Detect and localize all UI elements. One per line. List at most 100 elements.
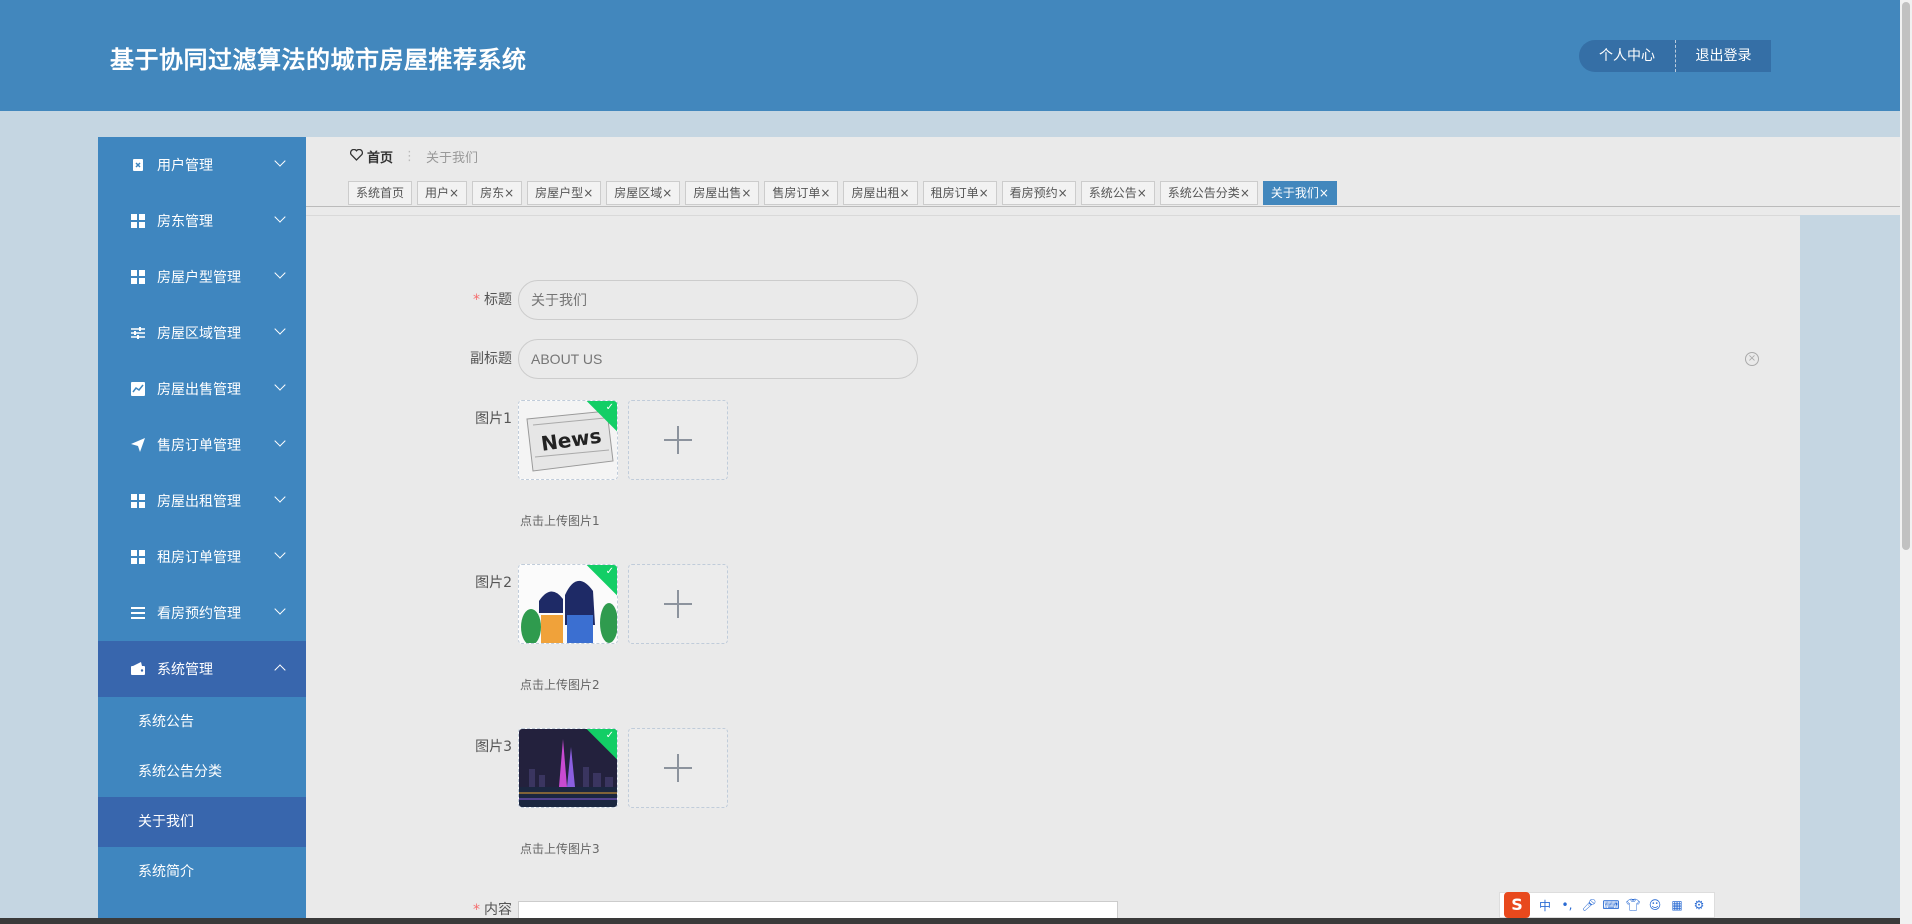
sidebar-item-system-management[interactable]: 系统管理 xyxy=(98,641,306,697)
tab-sale-order[interactable]: 售房订单× xyxy=(764,181,839,205)
main-panel: 首页 ⋮ 关于我们 系统首页 用户× 房东× 房屋户型× 房屋区域× 房屋出售×… xyxy=(306,137,1900,924)
image1-upload-tip: 点击上传图片1 xyxy=(520,514,600,528)
close-icon[interactable]: × xyxy=(1137,186,1147,200)
sidebar-item-sale-order-management[interactable]: 售房订单管理 xyxy=(98,417,306,473)
ime-logo[interactable]: S xyxy=(1504,892,1530,918)
chevron-down-icon xyxy=(274,211,286,223)
sidebar-item-label: 租房订单管理 xyxy=(157,550,241,566)
breadcrumb: 首页 ⋮ 关于我们 xyxy=(349,147,479,166)
image1-label: 图片1 xyxy=(475,411,512,427)
close-icon[interactable]: × xyxy=(504,186,514,200)
sidebar-item-label: 房屋户型管理 xyxy=(157,270,241,286)
subtitle-input[interactable] xyxy=(518,339,918,379)
sidebar-item-label: 房屋区域管理 xyxy=(157,326,241,342)
tab-system-notice[interactable]: 系统公告× xyxy=(1080,181,1155,205)
tab-landlord[interactable]: 房东× xyxy=(472,181,523,205)
image3-thumbnail[interactable]: ✓ xyxy=(518,728,618,808)
keyboard-icon[interactable]: ⌨ xyxy=(1600,898,1622,912)
close-icon[interactable]: × xyxy=(662,186,672,200)
tab-divider xyxy=(306,206,1900,207)
sidebar-item-label: 房屋出售管理 xyxy=(157,382,241,398)
apps-icon[interactable]: ▦ xyxy=(1666,898,1688,912)
send-icon xyxy=(131,438,145,452)
chevron-down-icon xyxy=(274,547,286,559)
sidebar-item-house-rent-management[interactable]: 房屋出租管理 xyxy=(98,473,306,529)
sliders-icon xyxy=(131,326,145,340)
skin-icon[interactable]: 👕︎ xyxy=(1622,898,1644,912)
settings-icon[interactable]: ⚙ xyxy=(1688,898,1710,912)
chevron-down-icon xyxy=(274,267,286,279)
grid-icon xyxy=(131,550,145,564)
sidebar-item-viewing-appointment-management[interactable]: 看房预约管理 xyxy=(98,585,306,641)
sidebar-item-user-management[interactable]: 用户管理 xyxy=(98,137,306,193)
image1-thumbnail[interactable]: News ✓ xyxy=(518,400,618,480)
close-icon[interactable]: × xyxy=(979,186,989,200)
sidebar-item-label: 系统管理 xyxy=(157,662,213,678)
form-area: *标题 副标题 × 图片1 News ✓ 点击上传图片1 图片2 xyxy=(306,215,1800,924)
sidebar-item-label: 用户管理 xyxy=(157,158,213,174)
header-actions: 个人中心 退出登录 xyxy=(1579,40,1771,72)
tab-house-rent[interactable]: 房屋出租× xyxy=(843,181,918,205)
chevron-down-icon xyxy=(274,491,286,503)
clipboard-icon xyxy=(131,158,145,172)
sidebar-item-label: 售房订单管理 xyxy=(157,438,241,454)
list-icon xyxy=(131,606,145,620)
logout-button[interactable]: 退出登录 xyxy=(1675,40,1771,72)
personal-center-button[interactable]: 个人中心 xyxy=(1579,40,1675,72)
top-header: 基于协同过滤算法的城市房屋推荐系统 个人中心 退出登录 xyxy=(0,0,1900,111)
close-icon[interactable]: × xyxy=(820,186,830,200)
check-icon: ✓ xyxy=(605,730,614,741)
punctuation-icon[interactable]: •, xyxy=(1556,898,1578,912)
clear-icon[interactable]: × xyxy=(1745,352,1759,366)
sidebar-item-rent-order-management[interactable]: 租房订单管理 xyxy=(98,529,306,585)
sidebar-subitem-system-notice[interactable]: 系统公告 xyxy=(98,697,306,747)
image1-upload-button[interactable] xyxy=(628,400,728,480)
breadcrumb-home[interactable]: 首页 xyxy=(367,147,393,166)
tab-house-sale[interactable]: 房屋出售× xyxy=(685,181,760,205)
sidebar-item-house-area-management[interactable]: 房屋区域管理 xyxy=(98,305,306,361)
system-title: 基于协同过滤算法的城市房屋推荐系统 xyxy=(110,46,527,74)
chevron-down-icon xyxy=(274,435,286,447)
sidebar-subitem-about-us[interactable]: 关于我们 xyxy=(98,797,306,847)
close-icon[interactable]: × xyxy=(1240,186,1250,200)
tab-system-home[interactable]: 系统首页 xyxy=(348,181,413,205)
close-icon[interactable]: × xyxy=(900,186,910,200)
image2-upload-button[interactable] xyxy=(628,564,728,644)
sidebar: 用户管理 房东管理 房屋户型管理 房屋区域管理 房屋出售管理 售房订单管理 房屋… xyxy=(98,137,306,918)
image2-upload-tip: 点击上传图片2 xyxy=(520,678,600,692)
close-icon[interactable]: × xyxy=(1058,186,1068,200)
title-input[interactable] xyxy=(518,280,918,320)
ime-mode[interactable]: 中 xyxy=(1534,897,1556,914)
sidebar-subitem-notice-category[interactable]: 系统公告分类 xyxy=(98,747,306,797)
sidebar-item-label: 房屋出租管理 xyxy=(157,494,241,510)
sidebar-item-label: 房东管理 xyxy=(157,214,213,230)
close-icon[interactable]: × xyxy=(583,186,593,200)
content-label: * 内容 xyxy=(473,902,512,918)
tab-user[interactable]: 用户× xyxy=(417,181,468,205)
close-icon[interactable]: × xyxy=(741,186,751,200)
microphone-icon[interactable]: 🎤︎ xyxy=(1578,898,1600,912)
sidebar-subitem-system-intro[interactable]: 系统简介 xyxy=(98,847,306,897)
chevron-down-icon xyxy=(274,379,286,391)
tab-house-type[interactable]: 房屋户型× xyxy=(527,181,602,205)
title-label: * 标题 xyxy=(473,292,512,308)
close-icon[interactable]: × xyxy=(449,186,459,200)
image3-label: 图片3 xyxy=(475,739,512,755)
grid-icon xyxy=(131,214,145,228)
image3-upload-button[interactable] xyxy=(628,728,728,808)
image2-thumbnail[interactable]: ✓ xyxy=(518,564,618,644)
tab-notice-category[interactable]: 系统公告分类× xyxy=(1159,181,1258,205)
tab-rent-order[interactable]: 租房订单× xyxy=(922,181,997,205)
breadcrumb-current: 关于我们 xyxy=(426,151,479,166)
robot-icon[interactable]: ☺ xyxy=(1644,898,1666,912)
sidebar-item-landlord-management[interactable]: 房东管理 xyxy=(98,193,306,249)
sidebar-item-house-sale-management[interactable]: 房屋出售管理 xyxy=(98,361,306,417)
tab-about-us[interactable]: 关于我们× xyxy=(1262,181,1337,205)
tab-viewing-appointment[interactable]: 看房预约× xyxy=(1001,181,1076,205)
tab-house-area[interactable]: 房屋区域× xyxy=(606,181,681,205)
close-icon[interactable]: × xyxy=(1319,186,1329,200)
grid-icon xyxy=(131,494,145,508)
image3-upload-tip: 点击上传图片3 xyxy=(520,842,600,856)
page-scrollbar[interactable] xyxy=(1900,0,1912,924)
sidebar-item-house-type-management[interactable]: 房屋户型管理 xyxy=(98,249,306,305)
